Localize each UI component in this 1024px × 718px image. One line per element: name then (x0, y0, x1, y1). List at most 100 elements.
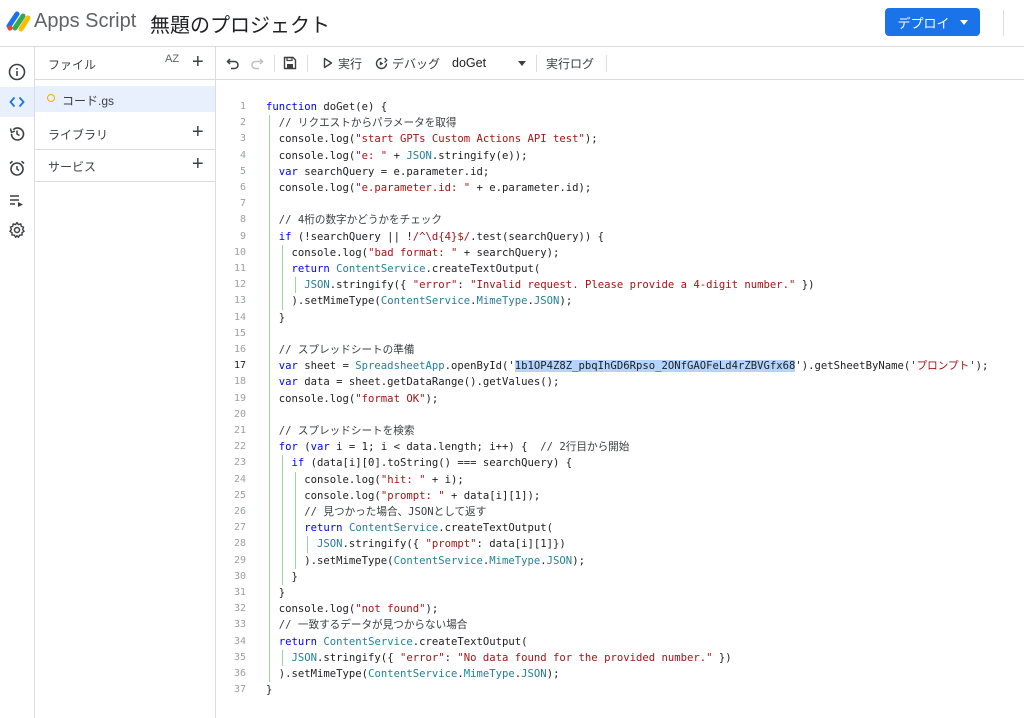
overview-button[interactable] (0, 57, 34, 87)
code-token: .stringify({ (329, 279, 413, 292)
code-token: .openById(' (444, 360, 515, 373)
code-token: ); (572, 554, 585, 567)
code-line[interactable]: 6 console.log("e.parameter.id: " + e.par… (216, 180, 1024, 196)
code-line[interactable]: 22 for (var i = 1; i < data.length; i++)… (216, 439, 1024, 455)
add-library-plus-icon[interactable]: + (192, 122, 204, 142)
code-line[interactable]: 34 return ContentService.createTextOutpu… (216, 634, 1024, 650)
save-button[interactable] (283, 47, 297, 79)
code-token: // 一致するデータが見つからない場合 (266, 619, 468, 632)
code-token: console.log( (266, 182, 356, 194)
line-number: 11 (233, 263, 246, 274)
code-line[interactable]: 36 ).setMimeType(ContentService.MimeType… (216, 666, 1024, 682)
code-token: JSON (304, 279, 330, 292)
code-text: var searchQuery = e.parameter.id; (266, 164, 489, 180)
code-token: ContentService (368, 668, 458, 680)
code-line[interactable]: 7 (216, 196, 1024, 212)
file-item-code-gs[interactable]: コード.gs (35, 86, 215, 112)
code-line[interactable]: 13 ).setMimeType(ContentService.MimeType… (216, 293, 1024, 309)
code-token: JSON (546, 554, 573, 567)
code-line[interactable]: 33 // 一致するデータが見つからない場合 (216, 617, 1024, 633)
app-name[interactable]: Apps Script (34, 10, 136, 33)
sort-az-icon[interactable]: AZ (165, 54, 179, 65)
editor-button[interactable] (0, 87, 34, 117)
code-line[interactable]: 4 console.log("e: " + JSON.stringify(e))… (216, 148, 1024, 164)
line-number: 9 (239, 230, 246, 242)
code-text: console.log("format OK"); (266, 391, 438, 407)
code-editor[interactable]: 1 function doGet(e) {2 // リクエストからパラメータを取得… (216, 80, 1024, 718)
indent-guide (307, 536, 309, 553)
code-text: var data = sheet.getDataRange().getValue… (266, 374, 560, 390)
code-line[interactable]: 35 JSON.stringify({ "error": "No data fo… (216, 650, 1024, 666)
code-line[interactable]: 24 console.log("hit: " + i); (216, 472, 1024, 488)
add-file-plus-icon[interactable]: + (192, 52, 204, 72)
code-line[interactable]: 16 // スプレッドシートの準備 (216, 342, 1024, 358)
code-line[interactable]: 8 // 4桁の数字かどうかをチェック (216, 212, 1024, 228)
code-token: "e.parameter.id: " (355, 182, 471, 194)
debug-button[interactable]: デバッグ (375, 47, 440, 79)
line-number: 5 (239, 165, 246, 177)
code-line[interactable]: 3 console.log("start GPTs Custom Actions… (216, 131, 1024, 147)
function-select-value: doGet (452, 56, 487, 70)
code-line[interactable]: 26 // 見つかった場合、JSONとして返す (216, 504, 1024, 520)
triggers-button[interactable] (0, 153, 34, 183)
code-token: JSON (533, 295, 560, 308)
code-line[interactable]: 18 var data = sheet.getDataRange().getVa… (216, 374, 1024, 390)
indent-guide (269, 115, 270, 683)
libraries-section[interactable]: ライブラリ + (35, 117, 215, 150)
undo-icon (226, 58, 239, 70)
code-line[interactable]: 19 console.log("format OK"); (216, 391, 1024, 407)
file-name: コード.gs (62, 94, 115, 108)
code-line[interactable]: 25 console.log("prompt: " + data[i][1]); (216, 488, 1024, 504)
run-button[interactable]: 実行 (323, 47, 362, 79)
code-token: : data[i][1]}) (476, 538, 566, 551)
code-line[interactable]: 15 (216, 326, 1024, 342)
line-number: 18 (233, 376, 246, 388)
code-line[interactable]: 11 return ContentService.createTextOutpu… (216, 261, 1024, 277)
code-line[interactable]: 28 JSON.stringify({ "prompt": data[i][1]… (216, 536, 1024, 552)
libraries-label: ライブラリ (48, 128, 109, 142)
add-service-plus-icon[interactable]: + (192, 154, 204, 174)
undo-button[interactable] (226, 47, 240, 79)
debug-icon (375, 57, 388, 69)
history-button[interactable] (0, 119, 34, 149)
code-line[interactable]: 37} (216, 682, 1024, 698)
code-line[interactable]: 32 console.log("not found"); (216, 601, 1024, 617)
code-token: MimeType (476, 295, 528, 308)
code-line[interactable]: 21 // スプレッドシートを検索 (216, 423, 1024, 439)
line-number: 32 (233, 603, 246, 615)
code-line[interactable]: 29 ).setMimeType(ContentService.MimeType… (216, 553, 1024, 569)
code-line[interactable]: 27 return ContentService.createTextOutpu… (216, 520, 1024, 536)
code-token: console.log( (266, 603, 356, 616)
code-line[interactable]: 14 } (216, 310, 1024, 326)
code-token: (!searchQuery || ! (291, 230, 413, 243)
code-line[interactable]: 31 } (216, 585, 1024, 601)
code-token: var (310, 441, 330, 454)
services-section[interactable]: サービス + (35, 149, 215, 182)
files-header: ファイル AZ + (35, 47, 215, 80)
code-line[interactable]: 9 if (!searchQuery || !/^\d{4}$/.test(se… (216, 229, 1024, 245)
code-line[interactable]: 2 // リクエストからパラメータを取得 (216, 115, 1024, 131)
code-line[interactable]: 12 JSON.stringify({ "error": "Invalid re… (216, 277, 1024, 293)
code-token: プロンプト (916, 360, 970, 373)
settings-button[interactable] (0, 215, 34, 245)
code-token: ); (559, 295, 573, 308)
execution-log-button[interactable]: 実行ログ (546, 47, 594, 79)
code-text: ).setMimeType(ContentService.MimeType.JS… (266, 666, 560, 682)
left-icon-rail (0, 47, 35, 718)
code-line[interactable]: 20 (216, 407, 1024, 423)
code-line[interactable]: 10 console.log("bad format: " + searchQu… (216, 245, 1024, 261)
code-line[interactable]: 30 } (216, 569, 1024, 585)
redo-button[interactable] (250, 47, 264, 79)
project-title[interactable]: 無題のプロジェクト (150, 9, 330, 38)
code-token: .stringify(e)); (431, 149, 528, 162)
code-line[interactable]: 5 var searchQuery = e.parameter.id; (216, 164, 1024, 180)
code-line[interactable]: 17 var sheet = SpreadsheetApp.openById('… (216, 358, 1024, 374)
executions-button[interactable] (0, 185, 34, 215)
code-token: "No data found for the provided number." (457, 651, 713, 664)
code-line[interactable]: 23 if (data[i][0].toString() === searchQ… (216, 455, 1024, 471)
code-line[interactable]: 1 function doGet(e) { (216, 99, 1024, 115)
deploy-button[interactable]: デプロイ (885, 8, 980, 36)
code-text: // リクエストからパラメータを取得 (266, 115, 457, 131)
code-token: ContentService (336, 263, 426, 275)
function-select[interactable]: doGet (452, 47, 526, 79)
